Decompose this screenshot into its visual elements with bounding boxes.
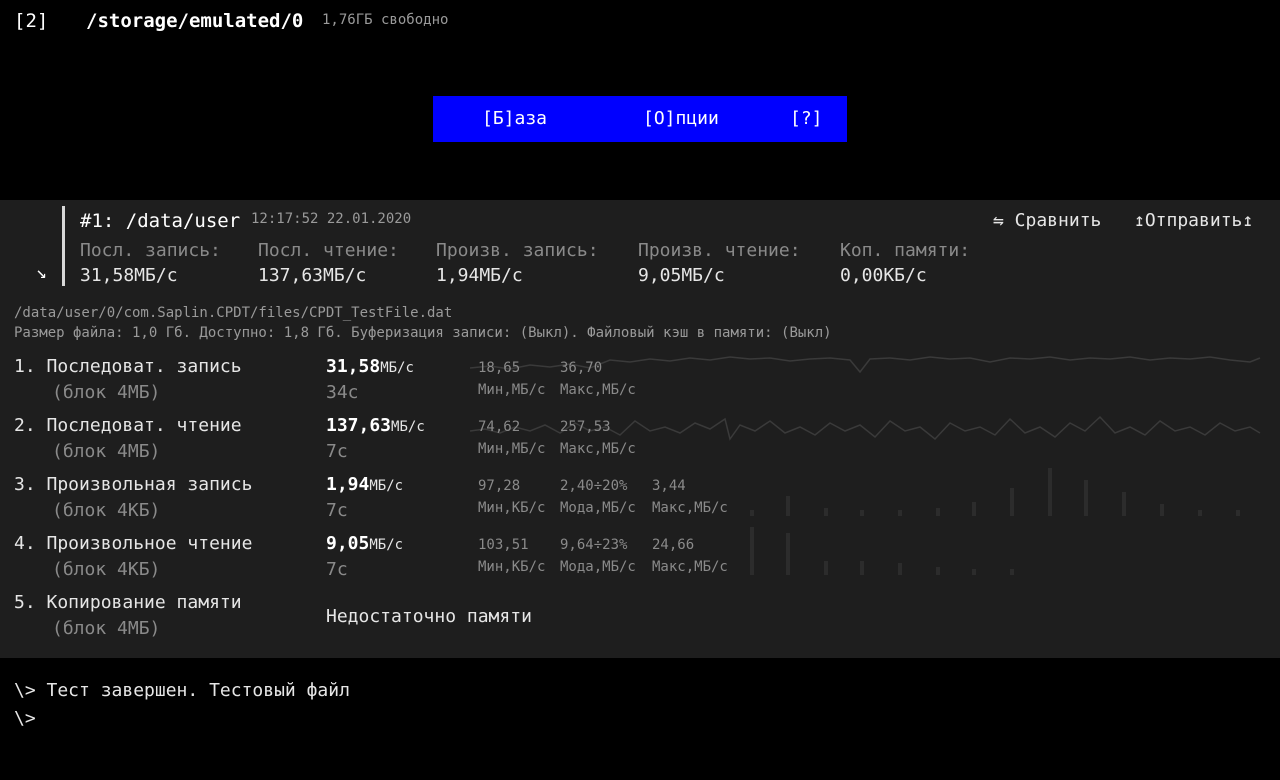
stat-value-rand-write: 1,94МБ/с xyxy=(436,265,523,286)
test-result: 31,58МБ/с xyxy=(326,356,414,377)
metric-max: 3,44 xyxy=(652,478,686,494)
main-menu: [Б]аза [О]пции [?] xyxy=(433,96,847,142)
stat-label-mem-copy: Коп. памяти: xyxy=(840,240,971,261)
test-row-mem-copy: 5. Копирование памяти (блок 4МБ) Недоста… xyxy=(0,592,1280,650)
menu-item-options[interactable]: [О]пции xyxy=(643,108,719,129)
test-result-unit: МБ/с xyxy=(391,419,425,435)
test-block-size: (блок 4МБ) xyxy=(52,382,161,403)
test-block-size: (блок 4КБ) xyxy=(52,559,161,580)
test-result-unit: МБ/с xyxy=(380,360,414,376)
stat-label-seq-write: Посл. запись: xyxy=(80,240,221,261)
stat-value-rand-read: 9,05МБ/с xyxy=(638,265,725,286)
metric-max-label: Макс,МБ/с xyxy=(652,500,728,516)
test-title: 4. Произвольное чтение xyxy=(14,533,253,554)
test-duration: 7с xyxy=(326,559,348,580)
test-block-size: (блок 4МБ) xyxy=(52,441,161,462)
console-status: \> Тест завершен. Тестовый файл xyxy=(14,680,350,701)
menu-item-base[interactable]: [Б]аза xyxy=(482,108,547,129)
test-result-value: 1,94 xyxy=(326,474,370,495)
test-result-value: 31,58 xyxy=(326,356,381,377)
test-duration: 7с xyxy=(326,441,348,462)
test-row-rand-read: 4. Произвольное чтение (блок 4КБ) 9,05МБ… xyxy=(0,527,1280,591)
metric-min: 97,28 xyxy=(478,478,521,494)
stat-value-seq-write: 31,58МБ/с xyxy=(80,265,178,286)
test-result-value: 137,63 xyxy=(326,415,392,436)
metric-min: 103,51 xyxy=(478,537,529,553)
free-space: 1,76ГБ свободно xyxy=(322,12,449,28)
expand-icon[interactable]: ↘ xyxy=(36,262,47,283)
stat-label-rand-read: Произв. чтение: xyxy=(638,240,801,261)
metric-max: 24,66 xyxy=(652,537,695,553)
test-result-unit: МБ/с xyxy=(369,537,404,553)
run-header[interactable]: ↘ #1: /data/user 12:17:52 22.01.2020 ⇋ С… xyxy=(0,200,1280,300)
test-duration: 34с xyxy=(326,382,359,403)
metric-min: 74,62 xyxy=(478,419,521,435)
stat-label-rand-write: Произв. запись: xyxy=(436,240,599,261)
test-title: 5. Копирование памяти xyxy=(14,592,242,613)
test-block-size: (блок 4МБ) xyxy=(52,618,161,639)
results-panel: ↘ #1: /data/user 12:17:52 22.01.2020 ⇋ С… xyxy=(0,200,1280,658)
compare-button[interactable]: ⇋ Сравнить xyxy=(993,210,1101,231)
test-block-size: (блок 4КБ) xyxy=(52,500,161,521)
run-timestamp: 12:17:52 22.01.2020 xyxy=(251,211,412,227)
test-file-info: Размер файла: 1,0 Гб. Доступно: 1,8 Гб. … xyxy=(14,325,832,341)
metric-min-label: Мин,КБ/с xyxy=(478,559,546,575)
test-row-seq-read: 2. Последоват. чтение (блок 4МБ) 137,63М… xyxy=(0,415,1280,473)
test-row-rand-write: 3. Произвольная запись (блок 4КБ) 1,94МБ… xyxy=(0,468,1280,532)
test-duration: 7с xyxy=(326,500,348,521)
test-result: 137,63МБ/с xyxy=(326,415,425,436)
metric-min-label: Мин,КБ/с xyxy=(478,500,546,516)
menu-item-help[interactable]: [?] xyxy=(790,108,823,129)
test-result-unit: МБ/с xyxy=(369,478,404,494)
stat-label-seq-read: Посл. чтение: xyxy=(258,240,399,261)
metric-mode: 9,64÷23% xyxy=(560,537,628,553)
drive-number[interactable]: [2] xyxy=(14,10,48,32)
metric-max-label: Макс,МБ/с xyxy=(652,559,728,575)
metric-mode: 2,40÷20% xyxy=(560,478,628,494)
send-button[interactable]: ↥Отправить↥ xyxy=(1134,210,1253,231)
metric-min: 18,65 xyxy=(478,360,521,376)
metric-max-label: Макс,МБ/с xyxy=(560,441,636,457)
test-result: 9,05МБ/с xyxy=(326,533,403,554)
test-row-seq-write: 1. Последоват. запись (блок 4МБ) 31,58МБ… xyxy=(0,356,1280,414)
metric-min-label: Мин,МБ/с xyxy=(478,441,546,457)
test-title: 2. Последоват. чтение xyxy=(14,415,242,436)
test-result-value: 9,05 xyxy=(326,533,370,554)
stat-value-seq-read: 137,63МБ/с xyxy=(258,265,367,286)
metric-max: 257,53 xyxy=(560,419,611,435)
metric-min-label: Мин,МБ/с xyxy=(478,382,546,398)
test-title: 3. Произвольная запись xyxy=(14,474,253,495)
test-file-path: /data/user/0/com.Saplin.CPDT/files/CPDT_… xyxy=(14,305,453,321)
metric-mode-label: Мода,МБ/с xyxy=(560,500,636,516)
run-divider xyxy=(62,206,65,286)
console-prompt[interactable]: \> xyxy=(14,708,36,729)
stat-value-mem-copy: 0,00КБ/с xyxy=(840,265,927,286)
metric-mode-label: Мода,МБ/с xyxy=(560,559,636,575)
metric-max-label: Макс,МБ/с xyxy=(560,382,636,398)
run-title: #1: /data/user xyxy=(80,210,241,232)
drive-path[interactable]: /storage/emulated/0 xyxy=(86,10,303,32)
test-message: Недостаточно памяти xyxy=(326,606,532,627)
test-title: 1. Последоват. запись xyxy=(14,356,242,377)
metric-max: 36,70 xyxy=(560,360,603,376)
test-result: 1,94МБ/с xyxy=(326,474,403,495)
